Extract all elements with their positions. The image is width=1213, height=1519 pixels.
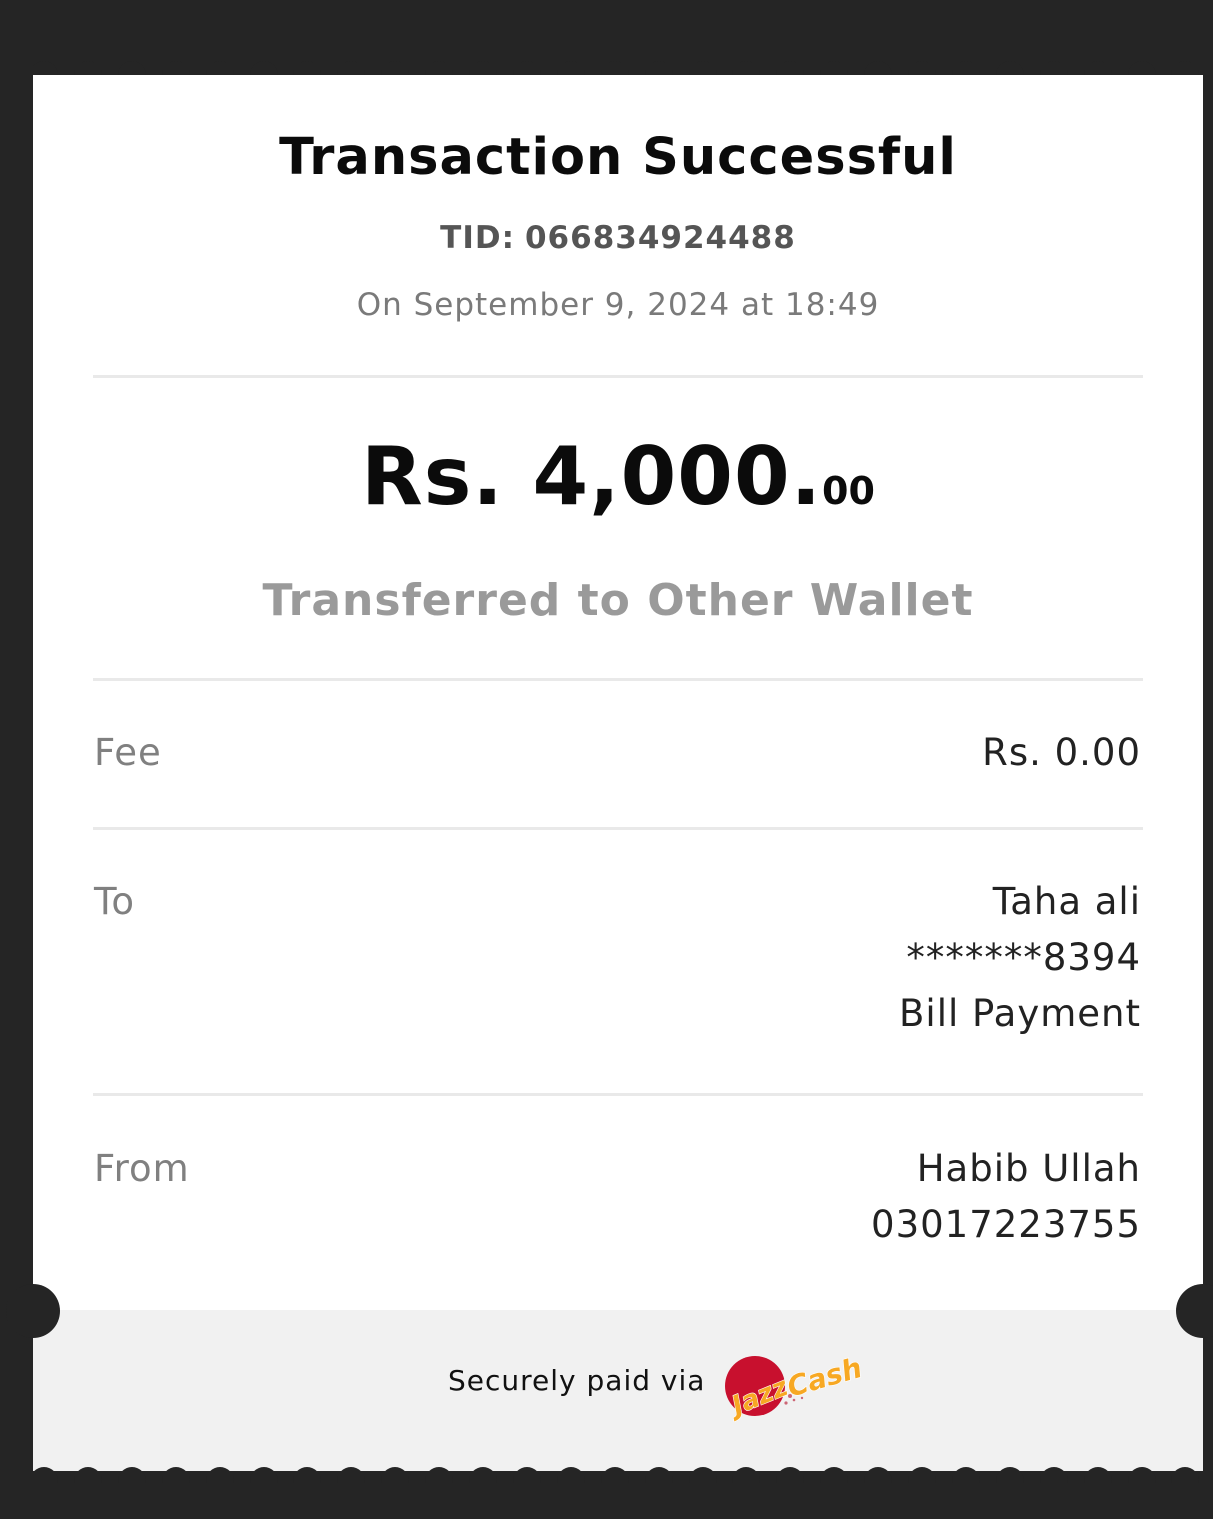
scallop-dot xyxy=(951,1467,980,1484)
from-label: From xyxy=(94,1147,190,1190)
fee-amount: Rs. 0.00 xyxy=(982,731,1141,774)
fee-label: Fee xyxy=(94,731,162,774)
to-details: Taha ali *******8394 Bill Payment xyxy=(899,874,1141,1042)
payment-purpose: Bill Payment xyxy=(899,992,1141,1035)
divider xyxy=(93,375,1143,378)
tid-label: TID: xyxy=(440,220,515,256)
tid-value: 066834924488 xyxy=(524,220,796,256)
scallop-dot xyxy=(732,1467,761,1484)
scallop-dot xyxy=(117,1467,146,1484)
scallop-dot xyxy=(249,1467,278,1484)
scallop-dot xyxy=(556,1467,585,1484)
transaction-amount: Rs. 4,000.00 xyxy=(33,430,1203,523)
footer-text: Securely paid via xyxy=(448,1364,706,1397)
scallop-dot xyxy=(425,1467,454,1484)
divider xyxy=(93,678,1143,681)
sender-name: Habib Ullah xyxy=(916,1147,1141,1190)
scallop-dot xyxy=(337,1467,366,1484)
page-title: Transaction Successful xyxy=(279,128,957,187)
to-label: To xyxy=(94,880,135,923)
scallop-dot xyxy=(820,1467,849,1484)
scallop-dot xyxy=(644,1467,673,1484)
scallop-dot xyxy=(73,1467,102,1484)
ticket-notch-left xyxy=(6,1284,60,1338)
amount-cents: 00 xyxy=(822,469,875,513)
logo-word-cash: Cash xyxy=(783,1351,865,1404)
scallop-dot xyxy=(1039,1467,1068,1484)
receipt-bottom-edge xyxy=(33,1458,1203,1484)
transfer-type: Transferred to Other Wallet xyxy=(262,575,974,626)
scallop-dot xyxy=(33,1467,58,1484)
jazzcash-logo-icon: Jazz Cash xyxy=(722,1350,866,1423)
scallop-dot xyxy=(864,1467,893,1484)
scallop-dot xyxy=(469,1467,497,1484)
scallop-dot xyxy=(512,1467,541,1484)
fee-value: Rs. 0.00 xyxy=(982,725,1141,781)
divider xyxy=(93,1093,1143,1096)
sender-number: 03017223755 xyxy=(871,1203,1141,1246)
scallop-dot xyxy=(161,1467,190,1484)
from-details: Habib Ullah 03017223755 xyxy=(871,1141,1141,1253)
scallop-dot xyxy=(688,1467,717,1484)
screen: Transaction Successful TID: 066834924488 … xyxy=(0,0,1213,1519)
scallop-dot xyxy=(1171,1467,1200,1484)
scallop-dot xyxy=(1083,1467,1112,1484)
transaction-datetime: On September 9, 2024 at 18:49 xyxy=(356,287,880,323)
receipt-card: Transaction Successful TID: 066834924488 … xyxy=(33,75,1203,1471)
scallop-dot xyxy=(205,1467,234,1484)
divider xyxy=(93,827,1143,830)
recipient-account: *******8394 xyxy=(906,936,1141,979)
scallop-dot xyxy=(995,1467,1024,1484)
receipt-footer: Securely paid via xyxy=(33,1310,1203,1471)
scallop-dot xyxy=(381,1467,410,1484)
scallop-dot xyxy=(293,1467,322,1484)
scallop-dot xyxy=(600,1467,629,1484)
scallop-dot xyxy=(908,1467,936,1484)
recipient-name: Taha ali xyxy=(992,880,1141,923)
scallop-dot xyxy=(1127,1467,1156,1484)
transaction-id: TID: 066834924488 xyxy=(33,220,1203,256)
amount-main: Rs. 4,000. xyxy=(361,430,822,523)
scallop-dot xyxy=(776,1467,805,1484)
